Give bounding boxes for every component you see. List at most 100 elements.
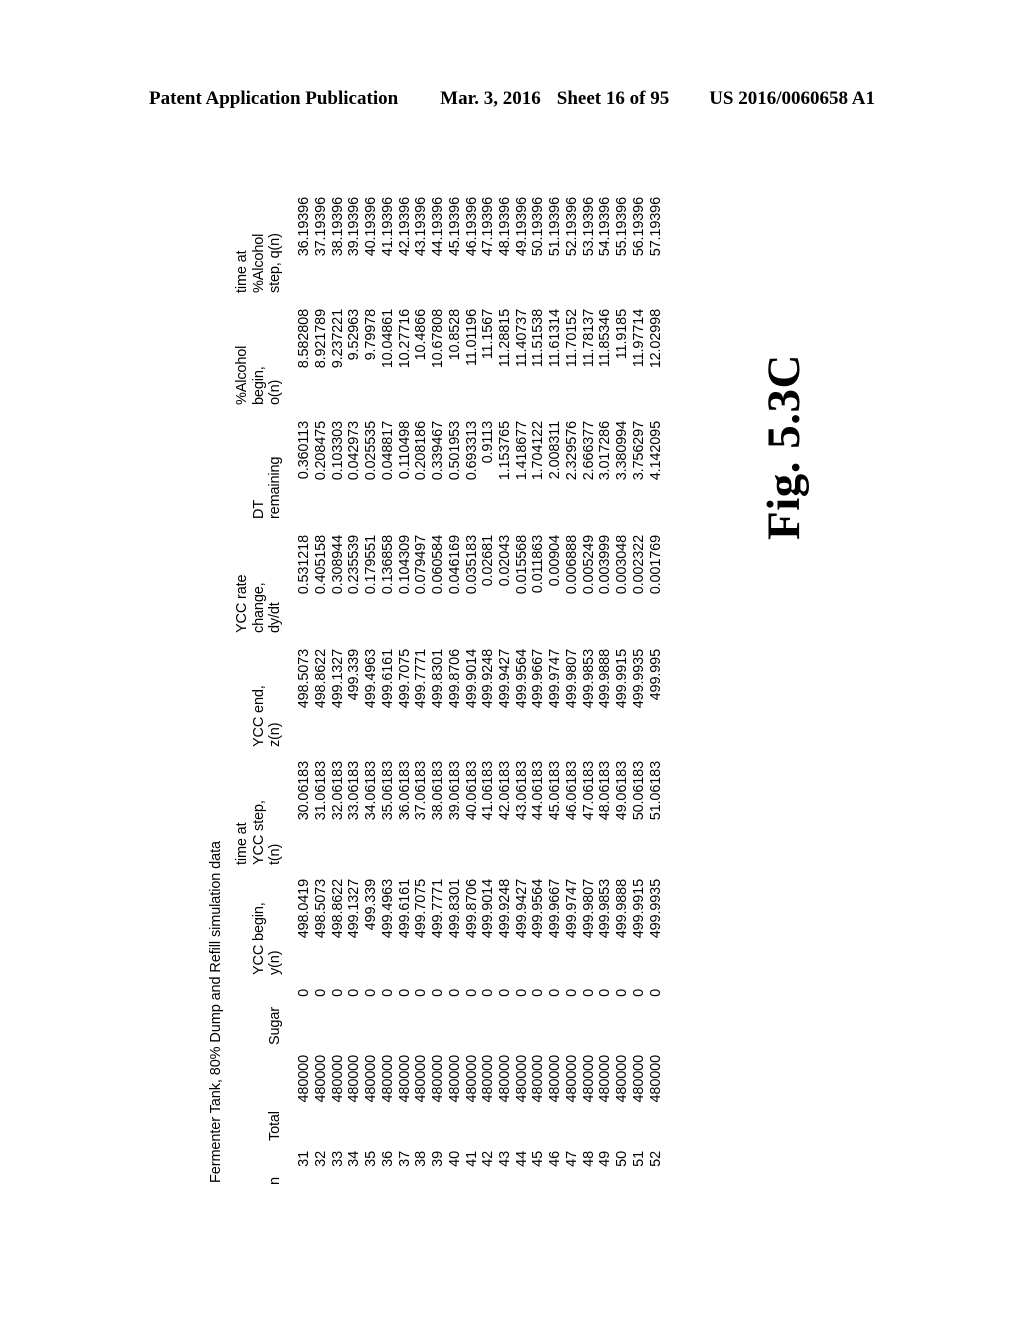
- cell-dt: 0.693313: [463, 421, 480, 481]
- publication-label: Patent Application Publication: [149, 88, 399, 109]
- cell-sugar: 0: [647, 989, 664, 997]
- cell-y: 499.9853: [597, 879, 614, 939]
- cell-dt: 0.360113: [296, 421, 313, 480]
- cell-n: 33: [329, 1151, 346, 1167]
- cell-dt: 2.666377: [580, 421, 597, 481]
- column-header-n: n: [267, 1177, 284, 1185]
- cell-z: 499.8301: [430, 649, 447, 709]
- sheet-number: Sheet 16 of 95: [556, 88, 670, 109]
- cell-sugar: 0: [396, 989, 413, 997]
- cell-dydt: 0.079497: [413, 535, 430, 595]
- cell-total: 480000: [630, 1055, 647, 1103]
- cell-sugar: 0: [446, 989, 463, 997]
- cell-dydt: 0.003999: [597, 535, 614, 595]
- cell-sugar: 0: [413, 989, 430, 997]
- cell-total: 480000: [530, 1055, 547, 1103]
- cell-y: 499.9564: [530, 879, 547, 939]
- cell-dt: 0.103303: [329, 421, 346, 481]
- cell-o: 11.01196: [463, 309, 480, 367]
- cell-o: 8.582808: [296, 309, 313, 369]
- cell-t: 49.06183: [614, 761, 631, 821]
- table-row: 52 480000 0 499.9935 51.06183 499.995 0.001769…: [648, 197, 665, 1185]
- table-row: 33 480000 0 498.8622 32.06183 499.1327 0.30894…: [330, 197, 347, 1185]
- cell-total: 480000: [580, 1055, 597, 1103]
- cell-y: 499.1327: [346, 879, 363, 939]
- cell-o: 10.67808: [430, 309, 447, 369]
- table-row: 49 480000 0 499.9853 48.06183 499.9888 0.00399…: [597, 197, 614, 1185]
- cell-n: 44: [513, 1151, 530, 1167]
- cell-total: 480000: [597, 1055, 614, 1103]
- cell-y: 498.8622: [329, 879, 346, 939]
- cell-o: 9.52963: [346, 309, 363, 361]
- cell-n: 41: [463, 1151, 480, 1167]
- cell-total: 480000: [312, 1055, 329, 1103]
- cell-sugar: 0: [614, 989, 631, 997]
- column-header-time-at-ycc-step: time at YCC step, t(n): [234, 800, 284, 865]
- cell-dydt: 0.02043: [497, 535, 514, 587]
- cell-total: 480000: [363, 1055, 380, 1103]
- page-header: Patent Application Publication Mar. 3, 2…: [0, 88, 1024, 110]
- cell-sugar: 0: [580, 989, 597, 997]
- simulation-table-container: Fermenter Tank, 80% Dump and Refill simu…: [208, 175, 753, 1185]
- cell-total: 480000: [513, 1055, 530, 1103]
- cell-t: 32.06183: [329, 761, 346, 821]
- cell-q: 50.19396: [530, 197, 547, 257]
- cell-q: 46.19396: [463, 197, 480, 257]
- table-row: 36 480000 0 499.4963 35.06183 499.6161 0.13685…: [380, 197, 397, 1185]
- cell-y: 499.9427: [513, 879, 530, 939]
- cell-dt: 4.142095: [647, 421, 664, 481]
- cell-z: 499.1327: [329, 649, 346, 709]
- cell-n: 43: [497, 1151, 514, 1167]
- cell-n: 40: [446, 1151, 463, 1167]
- cell-z: 499.9853: [580, 649, 597, 709]
- cell-q: 45.19396: [446, 197, 463, 257]
- cell-t: 38.06183: [430, 761, 447, 821]
- cell-dt: 0.501953: [446, 421, 463, 481]
- table-row: 51 480000 0 499.9915 50.06183 499.9935 0.00232…: [631, 197, 648, 1185]
- column-header-ycc-end: YCC end, z(n): [250, 685, 284, 747]
- cell-sugar: 0: [329, 989, 346, 997]
- cell-t: 35.06183: [379, 761, 396, 821]
- cell-q: 42.19396: [396, 197, 413, 257]
- cell-t: 43.06183: [513, 761, 530, 821]
- cell-dt: 1.704122: [530, 421, 547, 481]
- cell-q: 37.19396: [312, 197, 329, 257]
- table-title: Fermenter Tank, 80% Dump and Refill simu…: [208, 841, 224, 1183]
- table-row: 38 480000 0 499.7075 37.06183 499.7771 0.07949…: [413, 197, 430, 1185]
- cell-dt: 3.380994: [614, 421, 631, 481]
- cell-y: 499.7771: [430, 879, 447, 939]
- table-row: 43 480000 0 499.9248 42.06183 499.9427 0.02043…: [497, 197, 514, 1185]
- cell-dt: 0.339467: [430, 421, 447, 481]
- cell-o: 11.28815: [497, 309, 514, 368]
- cell-t: 40.06183: [463, 761, 480, 821]
- cell-z: 499.4963: [363, 649, 380, 709]
- cell-dydt: 0.060584: [430, 535, 447, 595]
- table-row: 31 480000 0 498.0419 30.06183 498.5073 0.53121…: [296, 197, 313, 1185]
- table-row: 39 480000 0 499.7771 38.06183 499.8301 0.06058…: [430, 197, 447, 1185]
- cell-t: 31.06183: [312, 761, 329, 821]
- cell-dydt: 0.136858: [379, 535, 396, 595]
- cell-n: 50: [614, 1151, 631, 1167]
- cell-n: 39: [430, 1151, 447, 1167]
- cell-z: 499.8706: [446, 649, 463, 709]
- cell-sugar: 0: [430, 989, 447, 997]
- cell-total: 480000: [563, 1055, 580, 1103]
- cell-n: 35: [363, 1151, 380, 1167]
- cell-o: 8.921789: [312, 309, 329, 369]
- cell-y: 499.9014: [480, 879, 497, 939]
- cell-sugar: 0: [296, 989, 313, 997]
- table-header-row: n Total Sugar YCC begin, y(n) time at YC…: [234, 197, 287, 1185]
- cell-o: 10.04861: [379, 309, 396, 369]
- cell-z: 499.7771: [413, 649, 430, 709]
- cell-sugar: 0: [597, 989, 614, 997]
- table-row: 47 480000 0 499.9747 46.06183 499.9807 0.00688…: [564, 197, 581, 1185]
- cell-q: 56.19396: [630, 197, 647, 257]
- column-header-total: Total: [267, 1111, 284, 1141]
- cell-total: 480000: [413, 1055, 430, 1103]
- cell-sugar: 0: [547, 989, 564, 997]
- cell-sugar: 0: [312, 989, 329, 997]
- table-row: 48 480000 0 499.9807 47.06183 499.9853 0.00524…: [581, 197, 598, 1185]
- cell-n: 45: [530, 1151, 547, 1167]
- table-row: 50 480000 0 499.9888 49.06183 499.9915 0.00304…: [614, 197, 631, 1185]
- cell-total: 480000: [379, 1055, 396, 1103]
